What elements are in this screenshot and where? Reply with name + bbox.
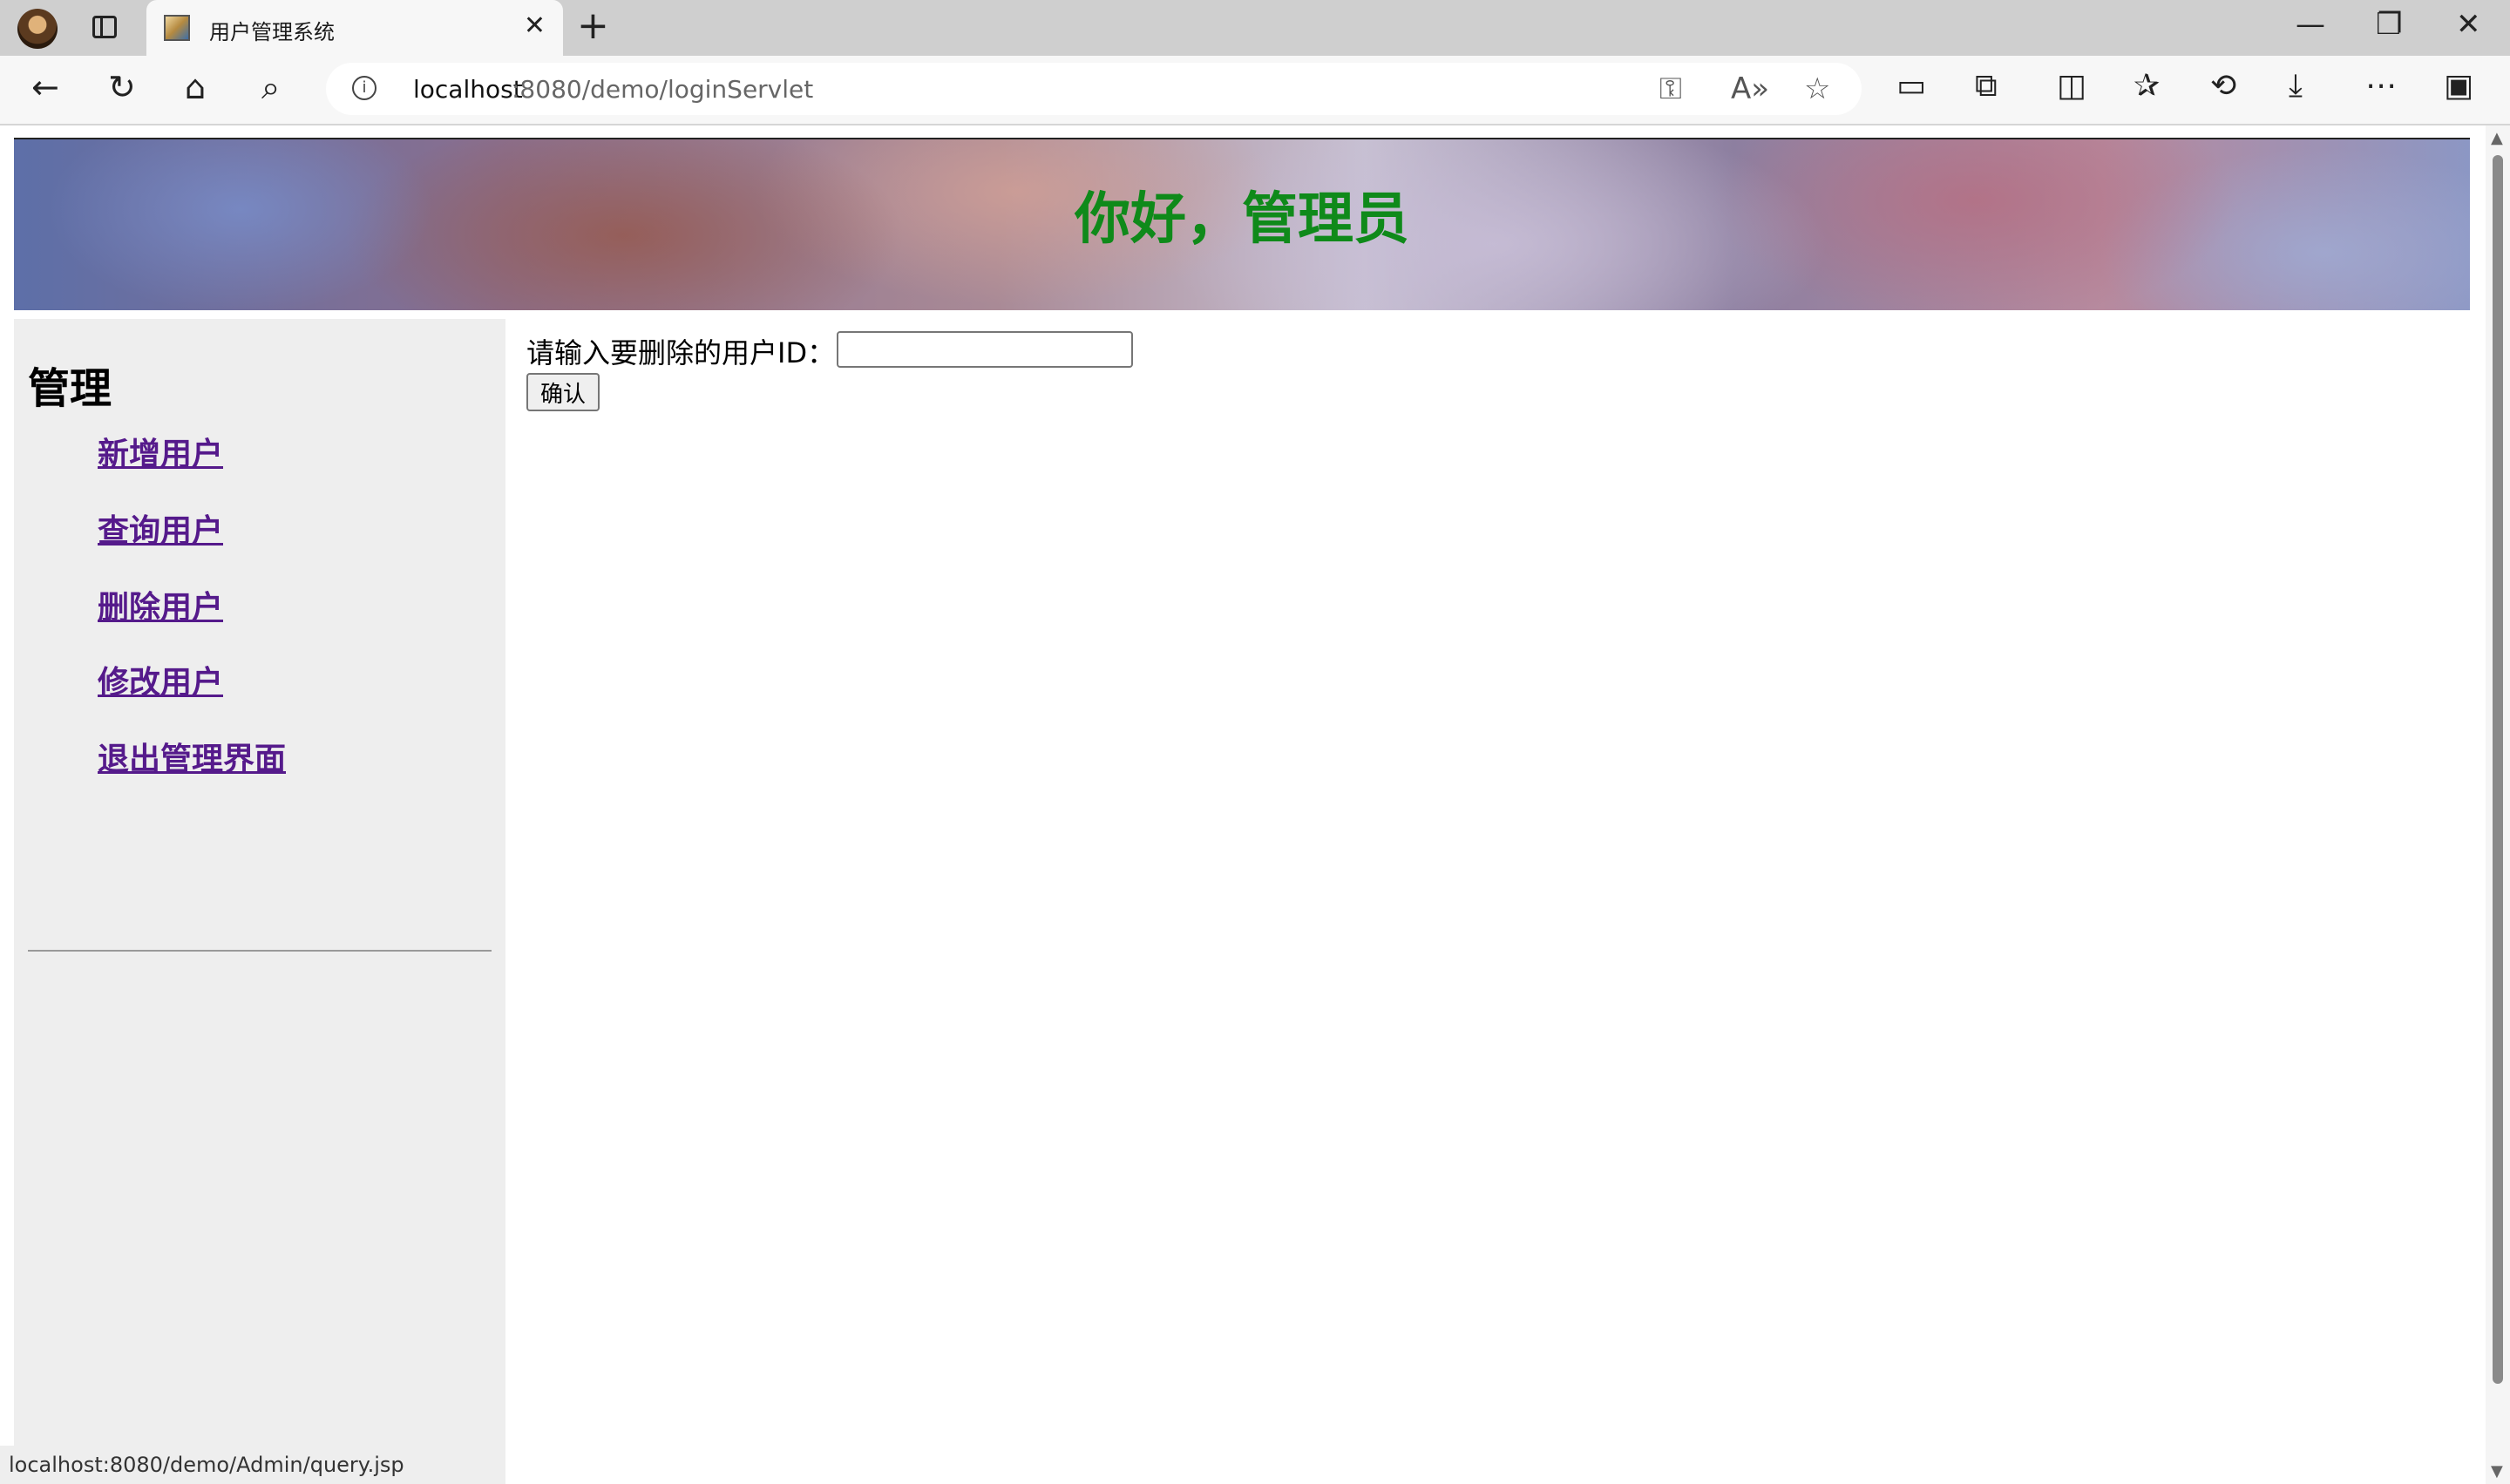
url-field[interactable]: i localhost :8080/demo/loginServlet ⚿ A»… <box>326 63 1862 115</box>
coupon-icon[interactable]: ▭ <box>1896 68 1926 104</box>
tab-actions-icon[interactable] <box>92 16 117 38</box>
user-id-input[interactable] <box>837 331 1133 368</box>
status-link-preview: localhost:8080/demo/Admin/query.jsp <box>0 1446 417 1484</box>
profile-avatar[interactable] <box>17 9 58 49</box>
split-screen-icon[interactable]: ◫ <box>2057 68 2086 104</box>
user-id-prompt: 请输入要删除的用户ID： <box>526 336 836 369</box>
search-icon[interactable]: ⌕ <box>261 68 280 107</box>
scroll-thumb[interactable] <box>2493 155 2503 1384</box>
restore-icon[interactable]: ❐ <box>2376 7 2402 42</box>
scroll-up-icon[interactable]: ▲ <box>2491 129 2503 147</box>
admin-sidebar: 管理 新增用户 查询用户 删除用户 修改用户 退出管理界面 <box>14 319 505 1484</box>
tab-favicon-icon <box>164 15 190 41</box>
tab-title: 用户管理系统 <box>209 20 335 44</box>
window-close-icon[interactable]: ✕ <box>2456 7 2481 42</box>
home-icon[interactable]: ⌂ <box>185 68 206 106</box>
new-tab-icon[interactable]: + <box>577 3 609 48</box>
history-icon[interactable]: ⟲ <box>2210 68 2236 104</box>
refresh-icon[interactable]: ↻ <box>108 68 136 106</box>
page-viewport: 你好，管理员 管理 新增用户 查询用户 删除用户 修改用户 退出管理界面 请输入… <box>0 125 2486 1484</box>
password-key-icon[interactable]: ⚿ <box>1659 71 1682 106</box>
sidebar-toggle-icon[interactable]: ▣ <box>2444 68 2473 104</box>
scroll-down-icon[interactable]: ▼ <box>2491 1462 2503 1481</box>
greeting-heading: 你好，管理员 <box>1075 187 1409 252</box>
menu-link-exit-admin[interactable]: 退出管理界面 <box>98 734 286 779</box>
menu-link-add-user[interactable]: 新增用户 <box>98 429 223 474</box>
address-bar-row: ← ↻ ⌂ ⌕ i localhost :8080/demo/loginServ… <box>0 56 2510 125</box>
header-banner: 你好，管理员 <box>14 138 2470 310</box>
menu-link-delete-user[interactable]: 删除用户 <box>98 582 223 627</box>
favorite-star-icon[interactable]: ☆ <box>1804 71 1830 106</box>
url-host: localhost <box>413 75 523 104</box>
minimize-icon[interactable]: — <box>2296 7 2325 42</box>
page-scrollbar[interactable]: ▲ ▼ <box>2486 125 2510 1484</box>
url-path: :8080/demo/loginServlet <box>512 75 814 104</box>
active-tab[interactable]: 用户管理系统 ✕ <box>146 0 563 56</box>
tab-strip: 用户管理系统 ✕ + — ❐ ✕ <box>0 0 2510 56</box>
read-aloud-icon[interactable]: A» <box>1731 71 1769 106</box>
back-icon[interactable]: ← <box>31 68 59 106</box>
confirm-button[interactable]: 确认 <box>526 373 600 411</box>
more-menu-icon[interactable]: ⋯ <box>2365 68 2397 104</box>
menu-link-query-user[interactable]: 查询用户 <box>98 505 223 551</box>
menu-link-edit-user[interactable]: 修改用户 <box>98 657 223 702</box>
site-info-icon[interactable]: i <box>352 76 376 100</box>
sidebar-title: 管理 <box>28 364 112 413</box>
downloads-icon[interactable]: ⤓ <box>2289 68 2303 105</box>
tab-close-icon[interactable]: ✕ <box>524 10 546 41</box>
favorites-icon[interactable]: ✰ <box>2134 68 2160 104</box>
sidebar-divider <box>28 950 492 952</box>
extensions-icon[interactable]: ⧉ <box>1975 68 1998 105</box>
